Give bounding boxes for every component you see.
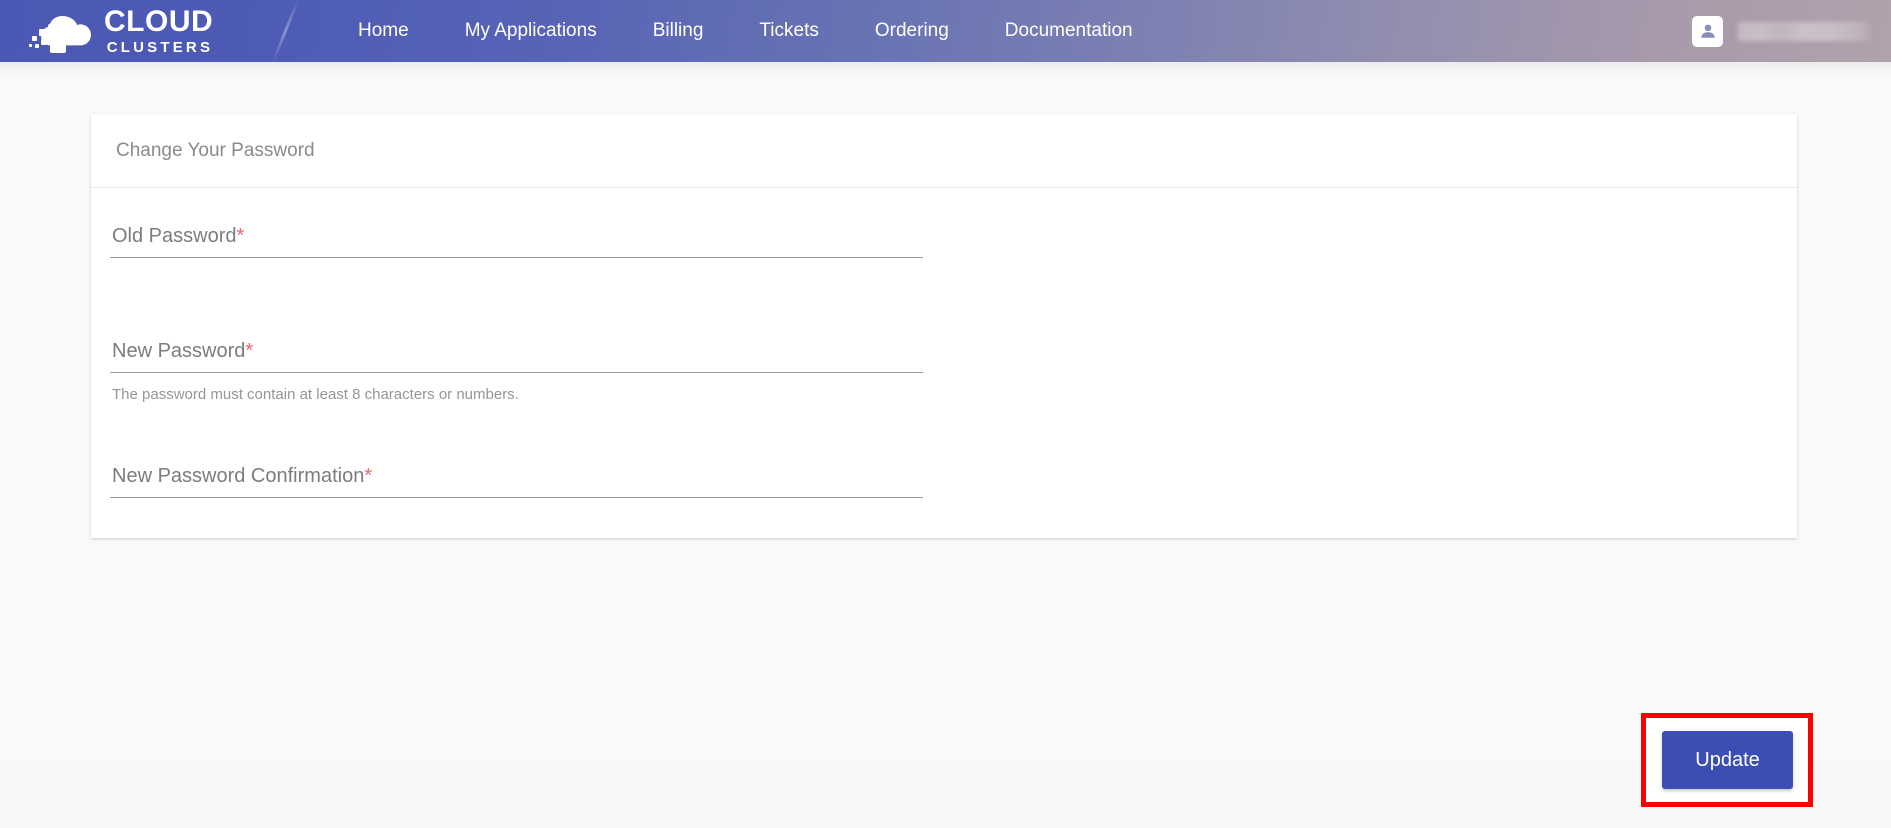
- update-button[interactable]: Update: [1662, 731, 1793, 789]
- action-row: Update: [0, 708, 1891, 828]
- main-navigation: Home My Applications Billing Tickets Ord…: [330, 0, 1161, 62]
- new-password-confirmation-label-text: New Password Confirmation: [112, 465, 364, 487]
- user-account-menu[interactable]: [1692, 0, 1871, 62]
- old-password-label-text: Old Password: [112, 225, 237, 247]
- required-marker: *: [237, 225, 245, 247]
- card-body: Old Password* New Password* The password…: [91, 188, 1797, 538]
- brand-logo[interactable]: CLOUD CLUSTERS: [28, 2, 246, 60]
- page-content: Change Your Password Old Password* New P…: [0, 62, 1891, 761]
- card-header: Change Your Password: [91, 114, 1797, 188]
- change-password-card: Change Your Password Old Password* New P…: [91, 114, 1797, 538]
- new-password-label: New Password*: [110, 340, 923, 372]
- field-spacer: [110, 403, 1772, 465]
- new-password-confirmation-input[interactable]: [110, 497, 923, 498]
- old-password-label: Old Password*: [110, 225, 923, 257]
- header-shadow: [0, 62, 1891, 76]
- nav-item-tickets[interactable]: Tickets: [731, 0, 846, 62]
- cloud-pixel-logo-icon: [28, 6, 102, 56]
- nav-item-documentation[interactable]: Documentation: [977, 0, 1161, 62]
- new-password-label-text: New Password: [112, 340, 245, 362]
- field-old-password: Old Password*: [110, 225, 923, 258]
- top-navigation-bar: CLOUD CLUSTERS Home My Applications Bill…: [0, 0, 1891, 62]
- username-label: [1738, 22, 1871, 41]
- required-marker: *: [245, 340, 253, 362]
- page-title: Change Your Password: [116, 140, 315, 162]
- required-marker: *: [364, 465, 372, 487]
- brand-logo-secondary: CLUSTERS: [104, 40, 213, 55]
- nav-item-my-applications[interactable]: My Applications: [437, 0, 625, 62]
- user-avatar-icon: [1692, 16, 1723, 47]
- new-password-confirmation-label: New Password Confirmation*: [110, 465, 923, 497]
- old-password-input[interactable]: [110, 257, 923, 258]
- new-password-hint: The password must contain at least 8 cha…: [110, 373, 923, 403]
- field-new-password: New Password* The password must contain …: [110, 340, 923, 403]
- nav-item-ordering[interactable]: Ordering: [847, 0, 977, 62]
- logo-divider: [271, 0, 299, 62]
- brand-logo-text: CLOUD CLUSTERS: [104, 7, 213, 55]
- field-new-password-confirmation: New Password Confirmation*: [110, 465, 923, 498]
- nav-item-home[interactable]: Home: [330, 0, 437, 62]
- field-spacer: [110, 258, 1772, 340]
- brand-logo-primary: CLOUD: [104, 7, 213, 37]
- nav-item-billing[interactable]: Billing: [625, 0, 732, 62]
